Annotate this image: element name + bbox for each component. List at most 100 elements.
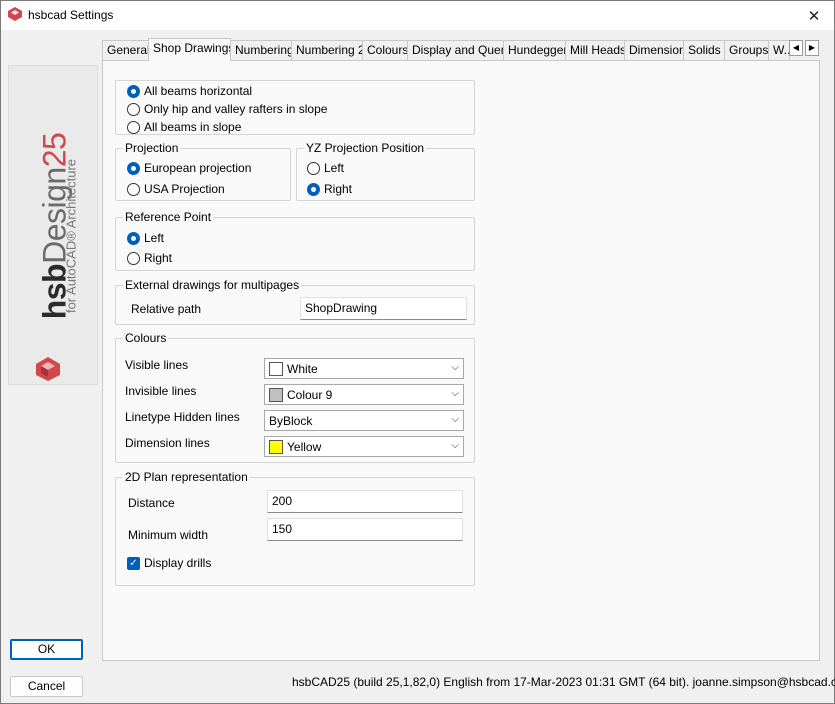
radio-label: Right (324, 182, 353, 196)
tab-label: Groups (729, 43, 769, 57)
shop-drawings-panel: All beams horizontal Only hip and valley… (102, 60, 820, 661)
radio-dot (127, 251, 140, 265)
cancel-button[interactable]: Cancel (10, 676, 83, 697)
tab-label: Numbering 2 (296, 43, 363, 57)
distance-label: Distance (128, 496, 175, 510)
title-bar: hsbcad Settings ✕ (1, 1, 834, 30)
radio-label: All beams in slope (144, 120, 242, 134)
radio-dot (307, 182, 320, 196)
radio-reference-left[interactable]: Left (127, 231, 164, 245)
hsbdesign-logo-panel: hsbDesign25 for AutoCAD® Architecture (8, 65, 98, 385)
radio-european-projection[interactable]: European projection (127, 161, 251, 175)
tab-solids[interactable]: Solids (683, 40, 725, 60)
display-drills-checkbox[interactable]: ✓ Display drills (127, 556, 211, 570)
radio-dot (127, 102, 140, 116)
radio-dot (307, 161, 320, 175)
tab-scroll-right-button[interactable]: ▶ (805, 40, 819, 56)
radio-label: USA Projection (144, 182, 225, 196)
radio-dot (127, 161, 140, 175)
relative-path-input[interactable]: ShopDrawing (300, 297, 467, 320)
tab-label: Display and Query (412, 43, 504, 57)
radio-reference-right[interactable]: Right (127, 251, 172, 265)
window-title: hsbcad Settings (28, 8, 114, 22)
radio-all-beams-in-slope[interactable]: All beams in slope (127, 120, 241, 134)
beam-orientation-group: All beams horizontal Only hip and valley… (115, 80, 475, 135)
relative-path-label: Relative path (131, 302, 202, 316)
radio-yz-right[interactable]: Right (307, 182, 352, 196)
tab-overflow[interactable]: W... (768, 40, 790, 60)
tab-mill-heads[interactable]: Mill Heads (565, 40, 625, 60)
reference-point-group-title: Reference Point (123, 210, 214, 224)
radio-label: Only hip and valley rafters in slope (144, 102, 328, 116)
radio-label: European projection (144, 161, 252, 175)
radio-dot (127, 120, 140, 134)
tab-label: Shop Drawings (153, 41, 231, 55)
select-value: White (287, 361, 318, 376)
radio-all-beams-horizontal[interactable]: All beams horizontal (127, 84, 252, 98)
colours-group-title: Colours (123, 331, 169, 345)
visible-lines-label: Visible lines (125, 358, 189, 372)
yz-projection-group-title: YZ Projection Position (304, 141, 427, 155)
yellow-color-swatch (269, 439, 283, 454)
tab-label: Colours (367, 43, 408, 57)
tab-label: Mill Heads (570, 43, 625, 57)
tab-numbering[interactable]: Numbering (230, 40, 292, 60)
tab-label: Hundegger (508, 43, 566, 57)
select-value: ByBlock (269, 413, 313, 428)
radio-dot (127, 182, 140, 196)
white-color-swatch (269, 361, 283, 376)
tab-label: W... (773, 43, 789, 57)
external-drawings-group-title: External drawings for multipages (123, 278, 302, 292)
projection-group-title: Projection (123, 141, 181, 155)
invisible-lines-select[interactable]: Colour 9 ⌵ (264, 384, 464, 405)
checkbox-label: Display drills (144, 556, 212, 570)
close-button[interactable]: ✕ (794, 1, 834, 30)
colours-group: Colours Visible lines White ⌵ Invisible … (115, 331, 475, 463)
dimension-lines-select[interactable]: Yellow ⌵ (264, 436, 464, 457)
tab-dimension[interactable]: Dimension (624, 40, 684, 60)
chevron-down-icon: ⌵ (451, 440, 459, 451)
radio-yz-left[interactable]: Left (307, 161, 344, 175)
arrow-right-icon: ▶ (808, 43, 816, 52)
linetype-hidden-lines-select[interactable]: ByBlock ⌵ (264, 410, 464, 431)
radio-dot (127, 231, 140, 245)
tab-label: Numbering (235, 43, 292, 57)
logo-subtitle: for AutoCAD® Architecture (63, 158, 79, 314)
tab-label: General (107, 43, 149, 57)
radio-dot (127, 84, 140, 98)
ok-button[interactable]: OK (10, 639, 83, 660)
projection-group: Projection European projection USA Proje… (115, 141, 291, 201)
tab-general[interactable]: General (102, 40, 149, 60)
select-value: Colour 9 (287, 387, 333, 402)
radio-label: Left (324, 161, 345, 175)
tab-shop-drawings[interactable]: Shop Drawings (148, 38, 231, 61)
checkmark-icon: ✓ (127, 556, 140, 570)
tab-display-and-query[interactable]: Display and Query (407, 40, 504, 60)
radio-label: All beams horizontal (144, 84, 253, 98)
grey-color-swatch (269, 387, 283, 402)
yz-projection-group: YZ Projection Position Left Right (296, 141, 475, 201)
tab-hundegger[interactable]: Hundegger (503, 40, 566, 60)
select-value: Yellow (287, 439, 322, 454)
radio-label: Left (144, 231, 165, 245)
distance-input[interactable]: 200 (267, 490, 463, 513)
external-drawings-group: External drawings for multipages Relativ… (115, 278, 475, 325)
minimum-width-input[interactable]: 150 (267, 518, 463, 541)
build-status-text: hsbCAD25 (build 25,1,82,0) English from … (292, 675, 835, 689)
linetype-hidden-lines-label: Linetype Hidden lines (125, 410, 240, 424)
hsbcad-logo-mark-icon (36, 357, 60, 381)
invisible-lines-label: Invisible lines (125, 384, 197, 398)
tab-scroll-left-button[interactable]: ◀ (789, 40, 803, 56)
minimum-width-label: Minimum width (128, 528, 209, 542)
tab-label: Dimension (629, 43, 684, 57)
radio-hip-valley-in-slope[interactable]: Only hip and valley rafters in slope (127, 102, 327, 116)
radio-usa-projection[interactable]: USA Projection (127, 182, 225, 196)
visible-lines-select[interactable]: White ⌵ (264, 358, 464, 379)
tab-numbering-2[interactable]: Numbering 2 (291, 40, 363, 60)
tab-label: Solids (688, 43, 721, 57)
tab-groups[interactable]: Groups (724, 40, 769, 60)
chevron-down-icon: ⌵ (451, 362, 459, 373)
chevron-down-icon: ⌵ (451, 388, 459, 399)
chevron-down-icon: ⌵ (451, 414, 459, 425)
tab-colours[interactable]: Colours (362, 40, 408, 60)
